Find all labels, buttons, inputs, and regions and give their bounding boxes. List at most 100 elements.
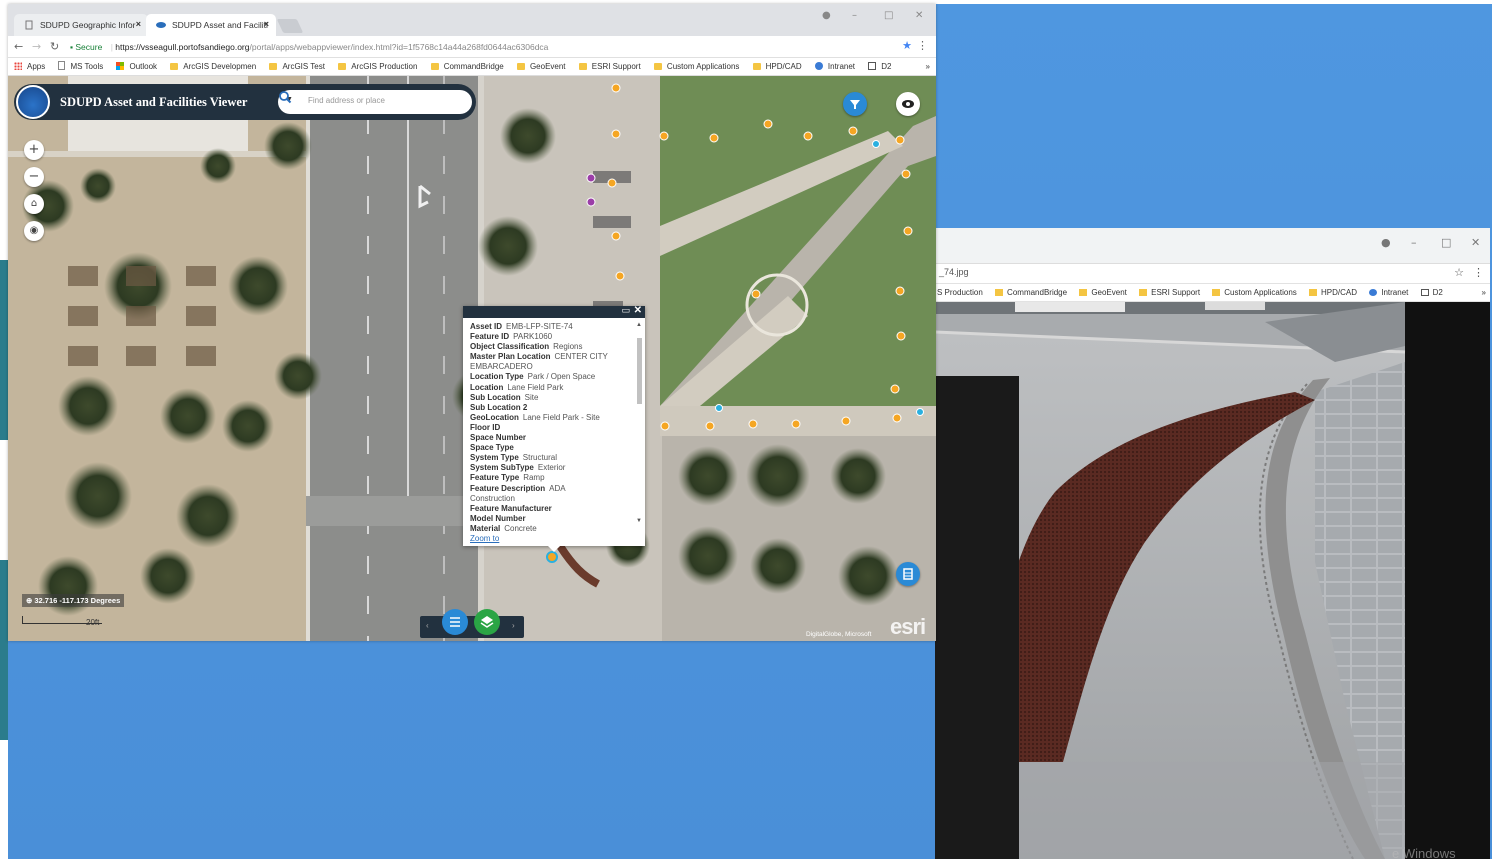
close-tab-icon[interactable]: × [264,19,269,29]
popup-field: Location Type Park / Open Space [470,372,596,382]
globe-icon [814,62,823,70]
bookmark-arcgis-prod[interactable]: ArcGIS Production [338,58,417,75]
bookmark-arcgis-dev[interactable]: ArcGIS Developmen [170,58,256,75]
close-tab-icon[interactable]: × [136,19,141,29]
popup-field: Location Lane Field Park [470,382,564,392]
filter-button[interactable] [843,92,867,116]
bookmark-esri-support[interactable]: ESRI Support [578,58,641,75]
bookmark-intranet[interactable]: Intranet [814,58,855,75]
profile-icon[interactable]: ● [1381,236,1391,249]
bookmark-custom-apps[interactable]: Custom Applications [653,58,739,75]
visibility-button[interactable] [896,92,920,116]
new-tab-button[interactable] [276,19,304,33]
bookmark-star-icon[interactable]: ☆ [1454,266,1464,279]
search-box[interactable]: ▼ Find address or place [278,90,472,114]
maximize-icon[interactable]: □ [884,10,893,21]
menu-icon[interactable]: ⋮ [1473,266,1484,279]
search-input[interactable]: Find address or place [308,96,385,105]
scroll-thumb[interactable] [637,338,642,404]
image-icon [868,62,877,70]
bookmark-item[interactable]: ESRI Support [1139,284,1200,301]
map-view[interactable]: SDUPD Asset and Facilities Viewer ▼ Find… [8,76,936,641]
legend-button[interactable] [442,609,468,635]
tab-geographic-info[interactable]: SDUPD Geographic Infor × [14,14,148,36]
minimize-icon[interactable]: – [852,10,857,21]
scroll-down-icon[interactable]: ▼ [636,518,642,524]
bookmark-item[interactable]: GeoEvent [1079,284,1127,301]
folder-icon [752,63,761,70]
bookmark-item[interactable]: Custom Applications [1212,284,1297,301]
zoom-to-link[interactable]: Zoom to [470,534,635,544]
eye-icon [902,100,914,108]
popup-content: Asset ID EMB-LFP-SITE-74 Feature ID PARK10… [463,318,635,544]
bookmark-item[interactable]: Intranet [1369,284,1408,301]
bookmark-item[interactable]: S Production [937,284,983,301]
folder-icon [516,63,525,70]
bookmark-hpd-cad[interactable]: HPD/CAD [752,58,802,75]
bookmark-item[interactable]: CommandBridge [995,284,1067,301]
folder-icon [995,289,1004,296]
popup-field: Asset ID EMB-LFP-SITE-74 [470,322,573,331]
home-button[interactable]: ⌂ [24,194,44,214]
folder-icon [338,63,347,70]
attribute-table-button[interactable] [896,562,920,586]
profile-icon[interactable]: ● [822,10,831,21]
bookmark-ms-tools[interactable]: MS Tools [58,58,103,75]
popup-field: System SubType Exterior [470,463,566,473]
image-icon [1420,289,1429,296]
minimize-icon[interactable]: – [1411,236,1417,249]
tab-asset-viewer[interactable]: SDUPD Asset and Faciliti × [146,14,276,36]
bookmark-d2[interactable]: D2 [868,58,892,75]
zoom-in-button[interactable]: + [24,140,44,160]
popup-field: GeoLocation Lane Field Park - Site [470,412,600,422]
menu-icon[interactable]: ⋮ [917,39,928,52]
url-field[interactable]: ▪ Secure | https://vsseagull.portofsandi… [70,39,916,55]
popup-field: Feature Description ADA [470,483,566,493]
photo-address-bar[interactable]: _74.jpg ☆ ⋮ [935,264,1490,284]
previous-icon[interactable]: ‹ [426,621,429,630]
coordinate-readout: ⊕ 32.716 -117.173 Degrees [22,594,125,607]
popup-field: EMBARCADERO [470,362,533,372]
bookmark-commandbridge[interactable]: CommandBridge [430,58,504,75]
ramp-photo [935,302,1490,859]
bookmark-outlook[interactable]: Outlook [116,58,157,75]
scroll-up-icon[interactable]: ▲ [636,322,642,328]
popup-scrollbar[interactable]: ▲ ▼ [636,322,643,540]
table-icon [903,568,913,580]
close-icon[interactable]: ✕ [634,305,642,316]
windows-activation-watermark: e Windows [1392,846,1456,859]
popup-field: Floor ID [470,422,501,432]
bookmarks-overflow[interactable]: » [1482,284,1486,301]
close-icon[interactable]: ✕ [1471,236,1480,249]
my-location-button[interactable]: ◉ [24,221,44,241]
close-window-icon[interactable]: ✕ [915,10,923,21]
folder-icon [1079,289,1088,296]
search-icon[interactable] [278,90,292,104]
tab-label: SDUPD Asset and Faciliti [172,20,268,30]
forward-icon[interactable]: → [32,40,41,53]
bookmark-item[interactable]: D2 [1420,284,1443,301]
bookmark-arcgis-test[interactable]: ArcGIS Test [269,58,325,75]
next-icon[interactable]: › [512,621,515,630]
secure-label: Secure [75,42,103,52]
popup-header: ▭ ✕ [463,305,645,318]
bookmark-apps[interactable]: Apps [14,58,45,75]
folder-icon [1309,289,1317,296]
folder-icon [1212,289,1221,296]
layer-list-button[interactable] [474,609,500,635]
maximize-icon[interactable]: ▭ [621,306,630,316]
bookmark-star-icon[interactable]: ★ [902,39,912,52]
bookmarks-overflow[interactable]: » [926,58,930,75]
bookmark-item[interactable]: HPD/CAD [1309,284,1357,301]
popup-field: Feature Manufacturer [470,503,552,513]
folder-icon [430,63,439,70]
bookmark-geoevent[interactable]: GeoEvent [516,58,566,75]
lock-icon: ▪ [70,42,74,52]
zoom-out-button[interactable]: − [24,167,44,187]
microsoft-icon [116,62,125,70]
maximize-icon[interactable]: □ [1441,236,1451,249]
popup-field: Material Concrete [470,523,537,533]
back-icon[interactable]: ← [14,40,23,53]
reload-icon[interactable]: ↻ [50,40,59,53]
globe-icon [1369,289,1378,296]
